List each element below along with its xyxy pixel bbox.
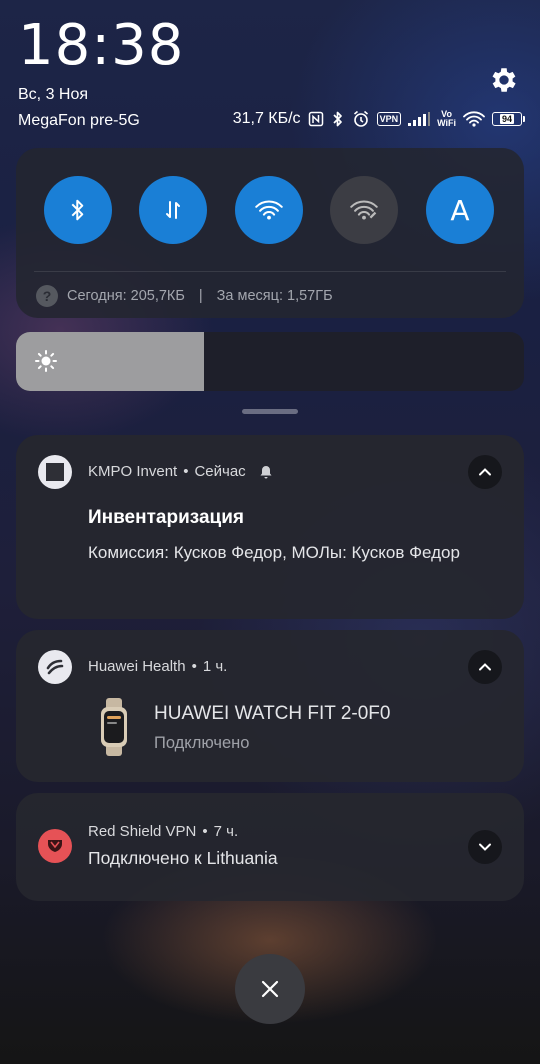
quick-settings-panel: A ? Сегодня: 205,7КБ | За месяц: 1,57ГБ: [16, 148, 524, 318]
vowifi-icon: Vo WiFi: [437, 109, 456, 128]
mobile-data-toggle[interactable]: [139, 176, 207, 244]
wifi-status-icon: [463, 111, 485, 127]
settings-gear-icon[interactable]: [488, 64, 520, 96]
notification-huawei-health[interactable]: Huawei Health • 1 ч. HUAWEI WATCH FIT 2-…: [16, 630, 524, 782]
divider: [34, 271, 506, 272]
smartwatch-icon: [98, 698, 130, 756]
notification-kmpo-invent[interactable]: KMPO Invent • Сейчас Инвентаризация Коми…: [16, 435, 524, 619]
bell-icon: [260, 465, 272, 478]
notification-red-shield-vpn[interactable]: Red Shield VPN • 7 ч. Подключено к Lithu…: [16, 793, 524, 901]
auto-brightness-toggle[interactable]: A: [426, 176, 494, 244]
notification-title: Инвентаризация: [88, 507, 244, 528]
bluetooth-status-icon: [331, 110, 345, 128]
chevron-up-icon: [479, 468, 491, 476]
collapse-chevron-button[interactable]: [468, 455, 502, 489]
wifi-toggle[interactable]: [235, 176, 303, 244]
date[interactable]: Вс, 3 Ноя: [18, 86, 88, 104]
network-speed: 31,7 КБ/с: [232, 110, 301, 127]
brightness-slider[interactable]: [16, 332, 524, 391]
signal-icon: [408, 112, 431, 126]
red-shield-app-icon: [38, 829, 72, 863]
huawei-health-app-icon: [38, 650, 72, 684]
data-arrows-icon: [166, 201, 180, 219]
drag-handle[interactable]: [242, 409, 298, 414]
close-icon: [261, 980, 279, 998]
device-name: HUAWEI WATCH FIT 2-0F0: [154, 703, 391, 724]
notification-text: Комиссия: Кусков Федор, МОЛы: Кусков Фед…: [88, 543, 460, 562]
alarm-icon: [352, 110, 370, 128]
notification-text: Подключено к Lithuania: [88, 848, 278, 868]
notification-header: Red Shield VPN • 7 ч.: [88, 823, 239, 840]
clear-all-button[interactable]: [235, 954, 305, 1024]
notification-header: Huawei Health • 1 ч.: [88, 658, 228, 675]
nfc-icon: [308, 111, 324, 127]
kmpo-app-icon: [38, 455, 72, 489]
carrier-name: MegaFon pre-5G: [18, 112, 140, 129]
expand-chevron-button[interactable]: [468, 830, 502, 864]
clock[interactable]: 18:38: [18, 16, 184, 76]
wifi-icon: [255, 200, 283, 220]
status-icons: 31,7 КБ/с VPN Vo WiFi 94: [232, 109, 525, 128]
data-usage[interactable]: ? Сегодня: 205,7КБ | За месяц: 1,57ГБ: [36, 285, 333, 307]
collapse-chevron-button[interactable]: [468, 650, 502, 684]
bluetooth-toggle[interactable]: [44, 176, 112, 244]
battery-icon: 94: [492, 112, 525, 126]
notification-header: KMPO Invent • Сейчас: [88, 463, 274, 480]
chevron-up-icon: [479, 663, 491, 671]
vpn-badge: VPN: [376, 112, 402, 126]
chevron-down-icon: [479, 843, 491, 851]
device-status: Подключено: [154, 734, 250, 752]
hotspot-toggle[interactable]: [330, 176, 398, 244]
sun-icon: [35, 350, 57, 372]
wifi-off-icon: [350, 200, 378, 220]
bluetooth-icon: [71, 199, 84, 221]
help-icon: ?: [36, 285, 58, 307]
